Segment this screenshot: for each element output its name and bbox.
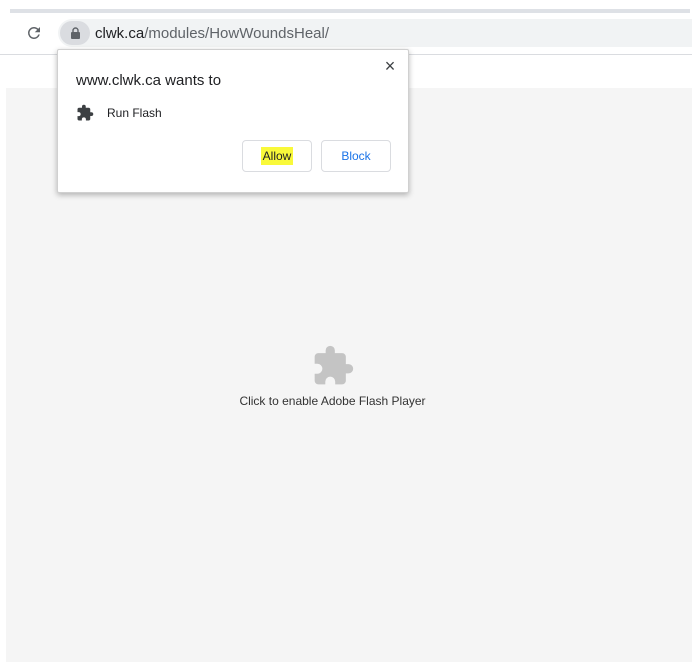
permission-label: Run Flash	[107, 106, 162, 120]
allow-button-label: Allow	[260, 147, 294, 165]
url-text[interactable]: clwk.ca/modules/HowWoundsHeal/	[95, 25, 329, 42]
puzzle-piece-icon	[314, 345, 353, 385]
browser-toolbar: clwk.ca/modules/HowWoundsHeal/	[0, 13, 692, 54]
permission-title: www.clwk.ca wants to	[76, 72, 222, 89]
reload-icon[interactable]	[25, 24, 43, 42]
block-button[interactable]: Block	[321, 140, 391, 172]
site-info-button[interactable]	[60, 21, 90, 45]
flash-placeholder[interactable]: Click to enable Adobe Flash Player	[230, 344, 435, 408]
close-icon[interactable]: ×	[382, 57, 398, 75]
url-domain: clwk.ca	[95, 25, 145, 42]
allow-button[interactable]: Allow	[242, 140, 312, 172]
address-bar[interactable]: clwk.ca/modules/HowWoundsHeal/	[58, 19, 692, 47]
puzzle-piece-icon	[77, 104, 94, 121]
flash-enable-message: Click to enable Adobe Flash Player	[239, 394, 426, 408]
lock-icon	[71, 27, 80, 39]
permission-bubble: × www.clwk.ca wants to Run Flash Allow B…	[57, 49, 409, 193]
url-path: /modules/HowWoundsHeal/	[144, 25, 329, 42]
